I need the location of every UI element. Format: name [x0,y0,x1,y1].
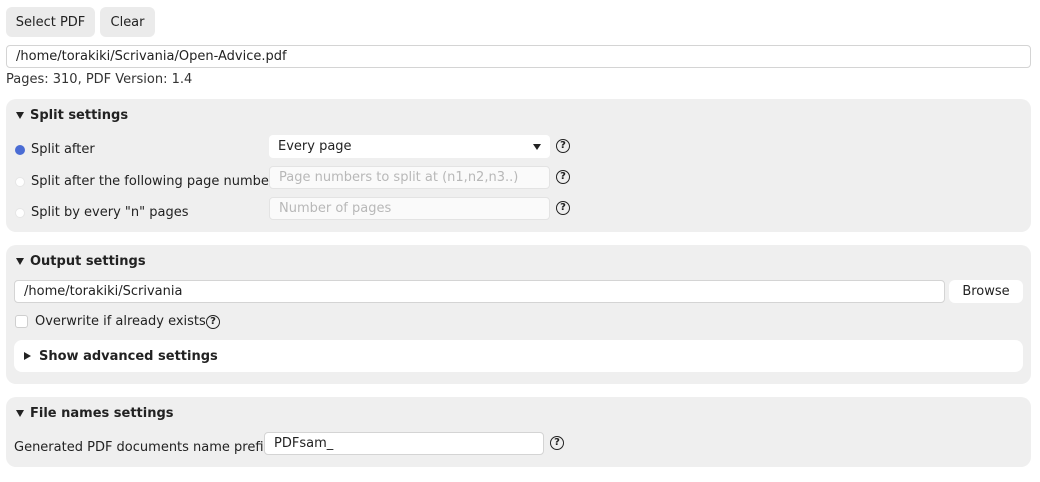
expand-triangle-icon [24,352,31,360]
split-after-select[interactable]: Every page [269,135,550,158]
overwrite-checkbox[interactable]: Overwrite if already exists [15,314,206,329]
number-of-pages-input[interactable]: Number of pages [269,197,550,220]
checkbox-unchecked-icon [15,315,28,328]
split-page-numbers-label: Split after the following page numbers [31,174,281,189]
radio-unselected-icon [15,176,25,187]
collapse-triangle-icon [16,258,24,265]
split-every-n-radio[interactable]: Split by every "n" pages [15,205,188,220]
output-directory-field[interactable]: /home/torakiki/Scrivania [14,280,945,303]
collapse-triangle-icon [16,112,24,119]
show-advanced-settings-label: Show advanced settings [39,348,218,364]
clear-button[interactable]: Clear [100,7,155,37]
help-icon[interactable]: ? [556,170,570,184]
pdf-info-text: Pages: 310, PDF Version: 1.4 [6,72,193,87]
split-settings-header[interactable]: Split settings [16,108,128,123]
radio-unselected-icon [15,207,25,218]
browse-button[interactable]: Browse [949,280,1023,303]
help-icon[interactable]: ? [556,201,570,215]
file-names-settings-panel: File names settings Generated PDF docume… [6,397,1031,467]
help-icon[interactable]: ? [556,139,570,153]
split-page-numbers-radio[interactable]: Split after the following page numbers [15,174,281,189]
split-after-select-value: Every page [278,139,352,154]
select-pdf-button[interactable]: Select PDF [6,7,95,37]
collapse-triangle-icon [16,410,24,417]
split-after-label: Split after [31,142,95,157]
split-every-n-label: Split by every "n" pages [31,205,189,220]
split-settings-title: Split settings [30,108,129,123]
dropdown-caret-icon [533,143,541,150]
split-settings-panel: Split settings Split after Every page ? … [6,99,1031,232]
file-names-settings-title: File names settings [30,406,174,421]
radio-selected-icon [15,144,25,155]
help-icon[interactable]: ? [206,315,220,329]
help-icon[interactable]: ? [550,436,564,450]
output-settings-header[interactable]: Output settings [16,254,146,269]
show-advanced-settings-toggle[interactable]: Show advanced settings [14,340,1023,372]
name-prefix-label: Generated PDF documents name prefix: [14,440,276,455]
output-settings-title: Output settings [30,254,146,269]
page-numbers-input[interactable]: Page numbers to split at (n1,n2,n3..) [269,166,550,189]
name-prefix-input[interactable]: PDFsam_ [264,432,544,455]
output-settings-panel: Output settings /home/torakiki/Scrivania… [6,245,1031,384]
overwrite-label: Overwrite if already exists [35,314,206,329]
file-names-settings-header[interactable]: File names settings [16,406,174,421]
split-after-radio[interactable]: Split after [15,142,95,157]
file-path-field[interactable]: /home/torakiki/Scrivania/Open-Advice.pdf [6,45,1031,68]
